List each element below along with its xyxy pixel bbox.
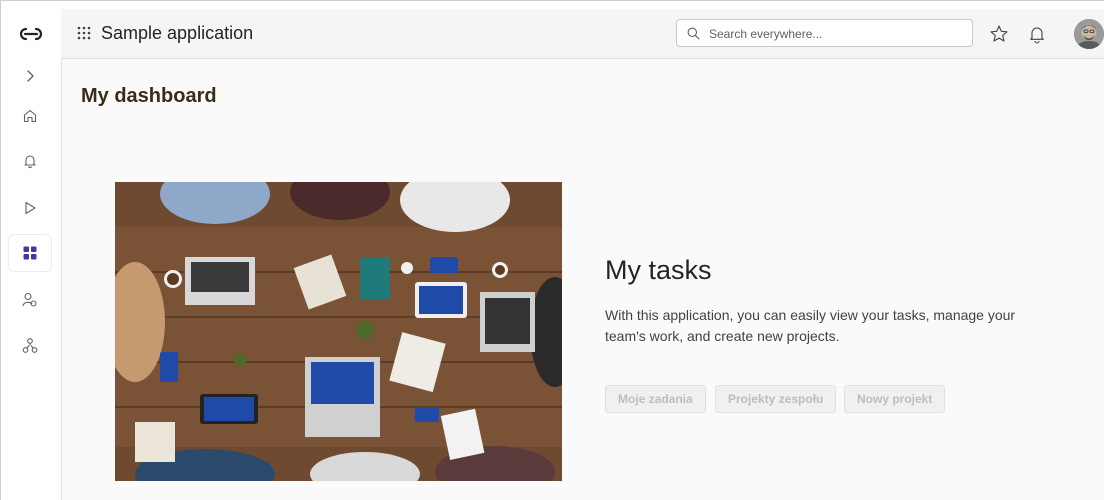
rail-item-home[interactable] <box>8 97 52 135</box>
apps-grid-icon <box>23 246 37 260</box>
new-project-button[interactable]: Nowy projekt <box>844 385 946 413</box>
app-title: Sample application <box>101 23 254 43</box>
favorites-star-icon[interactable] <box>988 23 1010 45</box>
home-icon <box>23 109 37 123</box>
chevron-right-icon <box>27 70 34 82</box>
top-bar: Sample application <box>61 9 1104 59</box>
page-title: My dashboard <box>81 85 217 107</box>
rail-item-notifications[interactable] <box>8 142 52 180</box>
bell-icon <box>24 155 36 169</box>
app-logo-icon[interactable] <box>13 21 49 47</box>
team-meeting-photo <box>115 182 562 481</box>
search-input[interactable] <box>707 24 966 44</box>
hero-title: My tasks <box>605 255 712 285</box>
team-projects-button[interactable]: Projekty zespołu <box>715 385 837 413</box>
play-icon <box>25 201 36 215</box>
hero-description: With this application, you can easily vi… <box>605 307 1016 344</box>
rail-item-activity[interactable] <box>8 189 52 227</box>
expand-rail-button[interactable] <box>8 57 52 95</box>
search-box <box>676 19 973 47</box>
rail-item-organization[interactable] <box>8 327 52 365</box>
org-icon <box>22 338 38 353</box>
my-tasks-button[interactable]: Moje zadania <box>605 385 706 413</box>
app-launcher-icon[interactable] <box>76 25 92 41</box>
left-rail <box>1 9 62 500</box>
search-icon <box>687 27 700 40</box>
rail-item-apps[interactable] <box>8 234 52 272</box>
notifications-bell-icon[interactable] <box>1026 23 1048 45</box>
rail-item-people[interactable] <box>8 281 52 319</box>
user-avatar[interactable] <box>1074 19 1104 49</box>
main-content: My dashboard My tasks With this applicat… <box>62 59 1104 500</box>
people-icon <box>22 292 37 307</box>
